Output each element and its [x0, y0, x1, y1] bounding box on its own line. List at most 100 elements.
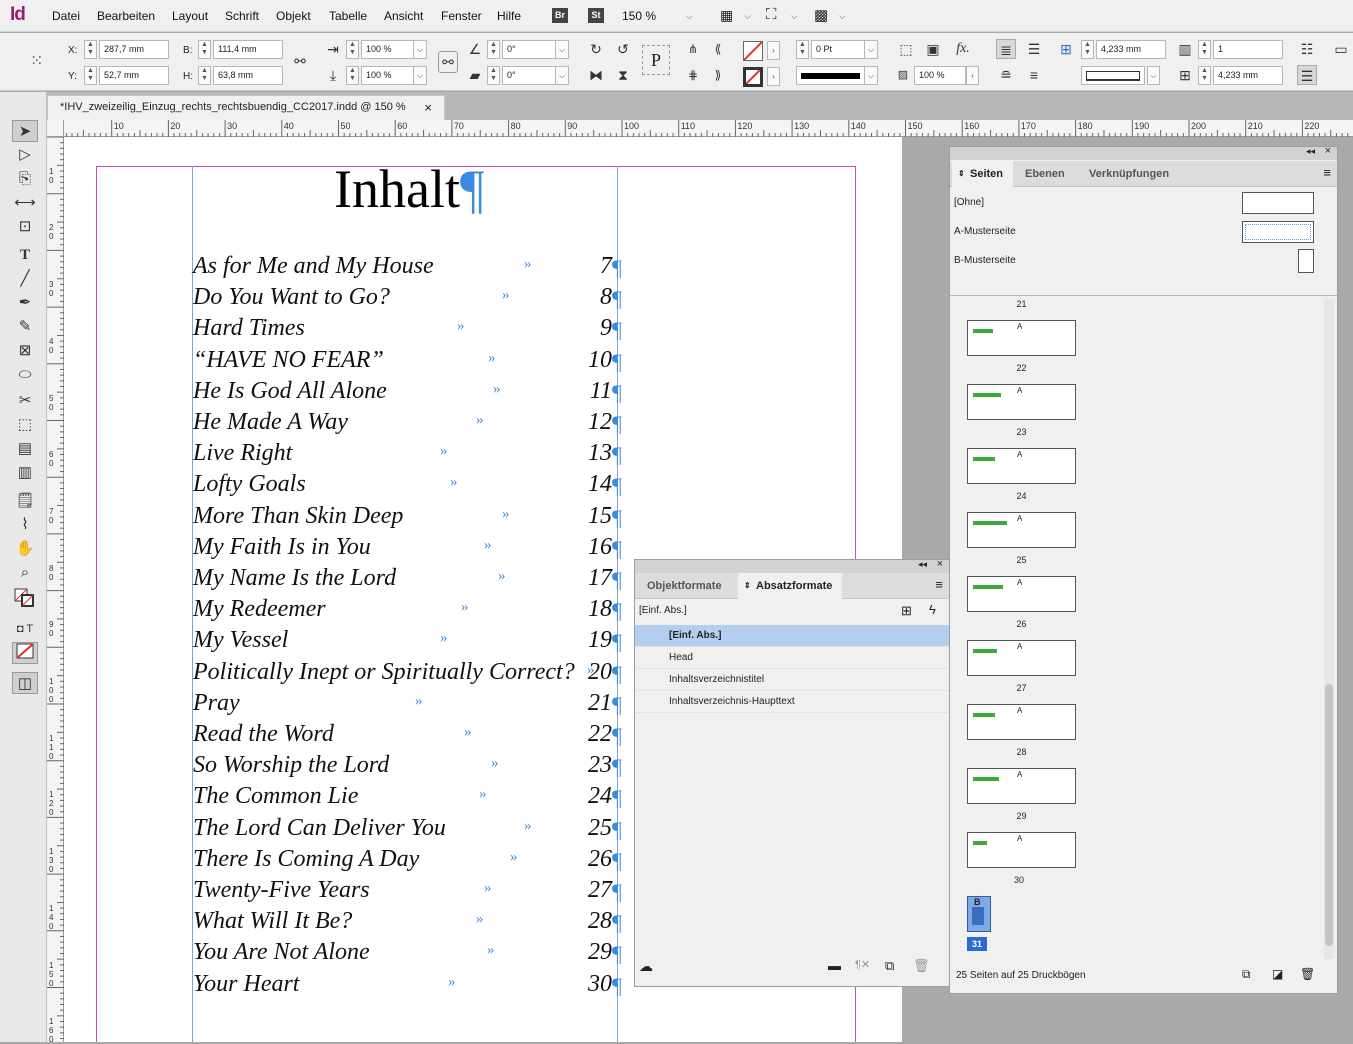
page-tool-icon[interactable]: ⎘ [12, 168, 38, 190]
drop-shadow-icon[interactable]: ▣ [923, 39, 943, 59]
stroke-swatch[interactable] [743, 67, 763, 87]
toc-entry[interactable]: You Are Not Alone » 29 ¶ [193, 939, 623, 970]
tab-verknuepfungen[interactable]: Verknüpfungen [1079, 161, 1179, 187]
x-field[interactable]: 287,7 mm [99, 40, 169, 59]
content-collector-icon[interactable]: ⊡ [12, 216, 38, 238]
flip-vertical-icon[interactable]: ⧗ [613, 65, 633, 85]
rotation-field[interactable]: 0° [502, 40, 556, 59]
pen-tool-icon[interactable]: ✒ [12, 292, 38, 314]
fill-stroke-swatch-icon[interactable] [12, 588, 38, 610]
menu-ansicht[interactable]: Ansicht [384, 9, 423, 23]
page-thumb[interactable]: A [967, 704, 1076, 740]
new-group-icon[interactable]: ▬ [828, 958, 841, 973]
toc-entry[interactable]: As for Me and My House » 7 ¶ [193, 253, 623, 284]
tab-ebenen[interactable]: Ebenen [1015, 161, 1075, 187]
eyedropper-tool-icon[interactable]: ⌇ [12, 514, 38, 536]
page-thumb[interactable]: A [967, 768, 1076, 804]
constrain-link-icon[interactable]: ⚯ [290, 51, 310, 71]
quick-apply-icon[interactable]: ϟ [929, 602, 936, 617]
text-frame-options-icon[interactable]: ☰ [1297, 65, 1317, 85]
menu-layout[interactable]: Layout [172, 9, 208, 23]
gutter-stepper[interactable]: ▲ ▼ [1081, 40, 1094, 59]
pencil-tool-icon[interactable]: ✎ [12, 316, 38, 338]
tab-absatzformate[interactable]: ⇕ Absatzformate [738, 573, 843, 599]
text-wrap-icon[interactable]: ☷ [1297, 39, 1317, 59]
toc-entry[interactable]: My Redeemer » 18 ¶ [193, 596, 623, 627]
align-top-icon[interactable]: ≣ [996, 39, 1016, 59]
note-tool-icon[interactable]: 🗒 [12, 490, 38, 512]
vertical-ruler[interactable]: 1 0 2 0 3 0 4 0 5 0 6 0 7 0 8 0 9 0 1 0 0 1 1 0 1 2… [47, 137, 64, 1044]
menu-hilfe[interactable]: Hilfe [497, 9, 521, 23]
zoom-level[interactable]: 150 % [622, 9, 656, 23]
free-transform-tool-icon[interactable]: ⬚ [12, 414, 38, 436]
scale-y-field[interactable]: 100 % [361, 66, 414, 85]
toc-entry[interactable]: My Vessel » 19 ¶ [193, 627, 623, 658]
stroke-dropdown[interactable]: › [767, 67, 780, 86]
menu-tabelle[interactable]: Tabelle [329, 9, 367, 23]
panel-title-bar[interactable]: ◂◂ × [635, 558, 949, 573]
toc-entry[interactable]: He Made A Way » 12 ¶ [193, 409, 623, 440]
toc-entry[interactable]: There Is Coming A Day » 26 ¶ [193, 846, 623, 877]
screen-mode-tool-icon[interactable]: ◫ [12, 672, 38, 694]
master-a[interactable]: A-Musterseite [954, 226, 1016, 237]
new-page-icon[interactable]: ◪ [1272, 967, 1283, 981]
arrange-documents-icon[interactable]: ▩ [814, 6, 828, 24]
stroke-weight-field[interactable]: 0 Pt [811, 40, 865, 59]
b-stepper[interactable]: ▲ ▼ [198, 40, 211, 59]
tab-seiten[interactable]: ⇕ Seiten [952, 161, 1014, 187]
stroke-type-dropdown[interactable]: ⌵ [865, 66, 878, 85]
hand-tool-icon[interactable]: ✋ [12, 538, 38, 560]
frame-fitting-icon[interactable]: ⬚ [896, 39, 916, 59]
chevron-down-icon[interactable]: ⌵ [791, 11, 798, 22]
page-thumb[interactable]: A [967, 832, 1076, 868]
delete-style-icon[interactable]: 🗑 [913, 958, 930, 974]
style-item-einf-abs[interactable]: [Einf. Abs.] [635, 625, 949, 647]
ellipse-tool-icon[interactable]: ⬭ [12, 364, 38, 386]
page-size-icon[interactable]: ⧉ [1242, 967, 1251, 982]
constrain-scale-icon[interactable]: ⚯ [438, 51, 458, 73]
chevron-down-icon[interactable]: ⌵ [744, 11, 751, 22]
bridge-button[interactable]: Br [552, 8, 568, 23]
justify-vertical-icon[interactable]: ≡ [1024, 65, 1044, 85]
stroke-weight-stepper[interactable]: ▲ ▼ [796, 40, 809, 59]
menu-bearbeiten[interactable]: Bearbeiten [97, 9, 155, 23]
rotation-stepper[interactable]: ▲ ▼ [487, 40, 500, 59]
reference-point-icon[interactable]: ⁙ [30, 51, 43, 71]
zoom-dropdown-icon[interactable]: ⌵ [686, 11, 693, 22]
formatting-container-icon[interactable]: ◘ T [12, 618, 38, 640]
shear-field[interactable]: 0° [502, 66, 556, 85]
stroke-style-field[interactable] [1081, 66, 1145, 85]
clear-overrides-icon[interactable]: ¶✕ [855, 958, 870, 971]
line-tool-icon[interactable]: ╱ [12, 268, 38, 290]
width-field[interactable]: 111,4 mm [213, 40, 283, 59]
close-icon[interactable]: × [424, 96, 432, 119]
rotate-cw-icon[interactable]: ↻ [586, 39, 606, 59]
rectangle-frame-tool-icon[interactable]: ⊠ [12, 340, 38, 362]
gutter-field-2[interactable]: 4,233 mm [1213, 66, 1283, 85]
opacity-dropdown[interactable]: › [966, 66, 979, 85]
x-stepper[interactable]: ▲ ▼ [84, 40, 97, 59]
cloud-library-icon[interactable]: ☁ [639, 958, 653, 975]
zoom-tool-icon[interactable]: ⌕ [12, 562, 38, 584]
menu-schrift[interactable]: Schrift [225, 9, 259, 23]
gap-tool-icon[interactable]: ⟷ [12, 192, 38, 214]
master-none-thumb[interactable] [1242, 192, 1314, 214]
master-a-thumb[interactable] [1242, 221, 1314, 243]
effects-icon[interactable]: fx. [953, 39, 973, 59]
stroke-style-dropdown[interactable]: ⌵ [1147, 66, 1160, 85]
stroke-weight-dropdown[interactable]: ⌵ [865, 40, 878, 59]
toc-entry[interactable]: My Name Is the Lord » 17 ¶ [193, 565, 623, 596]
panel-title-bar[interactable]: ◂◂ × [950, 145, 1337, 160]
opacity-field[interactable]: 100 % [914, 66, 966, 85]
select-next-icon[interactable]: ⟫ [708, 65, 728, 85]
collapse-panel-icon[interactable]: ◂◂ [918, 559, 927, 570]
apply-none-icon[interactable] [12, 642, 38, 664]
toc-entry[interactable]: Read the Word » 22 ¶ [193, 721, 623, 752]
style-item-inhaltsverzeichnis-haupttext[interactable]: Inhaltsverzeichnis-Haupttext [635, 691, 949, 713]
h-stepper[interactable]: ▲ ▼ [198, 66, 211, 85]
page-thumb[interactable]: A [967, 448, 1076, 484]
page-thumb[interactable]: A [967, 320, 1076, 356]
style-item-inhaltsverzeichnistitel[interactable]: Inhaltsverzeichnistitel [635, 669, 949, 691]
toc-entry[interactable]: Twenty-Five Years » 27 ¶ [193, 877, 623, 908]
new-style-icon[interactable]: ⧉ [885, 958, 894, 974]
